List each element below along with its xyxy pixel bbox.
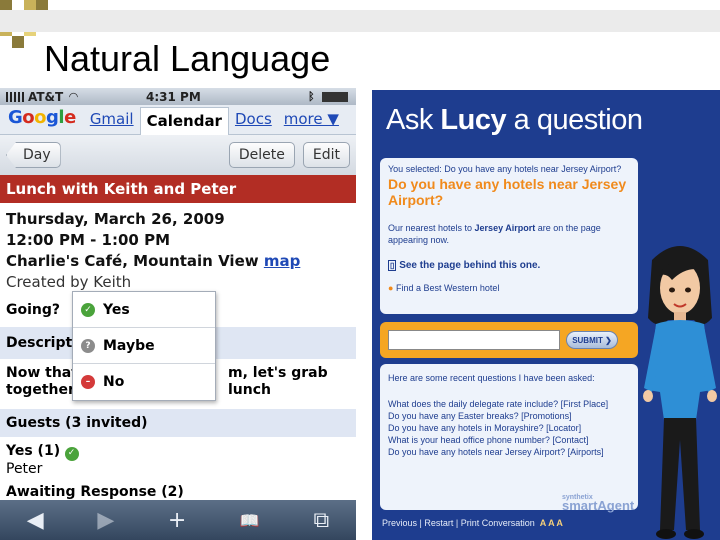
brand-name: smartAgent: [562, 498, 635, 513]
submit-label: SUBMIT: [572, 335, 603, 345]
rsvp-maybe-label: Maybe: [103, 337, 155, 354]
ask-lucy-screenshot: Ask Lucy a question You selected: Do you…: [372, 90, 720, 540]
check-icon: ✓: [81, 302, 95, 317]
recent-question[interactable]: Do you have any hotels in Morayshire? [L…: [388, 422, 630, 434]
description-line1-tail: m, let's grab lunch: [228, 365, 328, 398]
bullet-icon: ●: [388, 283, 394, 293]
answer-text: Our nearest hotels to Jersey Airport are…: [388, 222, 630, 246]
slide-title: Natural Language: [44, 38, 331, 79]
google-logo[interactable]: Google: [2, 103, 84, 134]
going-label: Going?: [6, 302, 61, 318]
see-page-label: See the page behind this one.: [399, 260, 541, 271]
lucy-title-pre: Ask: [386, 104, 441, 136]
clock: 4:31 PM: [146, 89, 201, 104]
recent-questions-title: Here are some recent questions I have be…: [388, 373, 595, 383]
rsvp-maybe[interactable]: ? Maybe: [73, 328, 215, 364]
back-day-button[interactable]: Day: [6, 142, 61, 168]
recent-question[interactable]: Do you have any Easter breaks? [Promotio…: [388, 410, 630, 422]
guest-name: Peter: [6, 460, 43, 477]
status-bar: AT&T ◠ 4:31 PM ᛒ: [0, 88, 356, 105]
text-size-controls[interactable]: A A A: [540, 518, 563, 528]
recent-question[interactable]: What is your head office phone number? […: [388, 434, 630, 446]
question-input-bar: SUBMIT ❯: [380, 322, 638, 358]
rsvp-no-label: No: [103, 374, 125, 390]
add-icon[interactable]: +: [168, 508, 186, 533]
event-creator: Created by Keith: [6, 273, 132, 291]
check-icon: ✓: [64, 446, 79, 461]
event-title: Lunch with Keith and Peter: [0, 175, 356, 203]
answer-bold: Jersey Airport: [474, 223, 536, 233]
delete-button[interactable]: Delete: [228, 142, 295, 168]
find-hotel-link[interactable]: ● Find a Best Western hotel: [388, 283, 630, 293]
edit-button[interactable]: Edit: [302, 142, 350, 168]
battery-icon: [322, 92, 348, 102]
forward-arrow-icon[interactable]: ▶: [97, 508, 114, 533]
recent-question[interactable]: Do you have any hotels near Jersey Airpo…: [388, 446, 630, 458]
arrow-icon: ❯: [605, 335, 612, 345]
question-input[interactable]: [388, 330, 560, 350]
lucy-title: Ask Lucy a question: [386, 104, 643, 137]
rsvp-yes-label: Yes: [103, 301, 130, 318]
recent-questions-panel: Here are some recent questions I have be…: [380, 364, 638, 510]
tab-gmail[interactable]: Gmail: [84, 106, 140, 134]
current-question: Do you have any hotels near Jersey Airpo…: [388, 176, 627, 208]
recent-question[interactable]: What does the daily delegate rate includ…: [388, 398, 630, 410]
description-line2: together!: [6, 382, 82, 398]
signal-icon: [6, 91, 24, 102]
rsvp-no[interactable]: – No: [73, 364, 215, 400]
event-time: 12:00 PM - 1:00 PM: [6, 231, 171, 249]
tab-docs[interactable]: Docs: [229, 106, 278, 134]
guests-yes-label: Yes (1): [6, 443, 61, 459]
question-icon: ?: [81, 338, 95, 353]
guest-list: Yes (1) ✓ Peter Awaiting Response (2): [0, 437, 356, 507]
lucy-avatar: [643, 246, 717, 539]
calendar-toolbar: Day Delete Edit: [0, 135, 356, 175]
carrier-label: AT&T: [28, 89, 64, 104]
answer-pre: Our nearest hotels to: [388, 223, 475, 233]
see-page-link[interactable]: ▯ See the page behind this one.: [388, 260, 630, 271]
description-line1: Now that: [6, 365, 78, 381]
awaiting-response: Awaiting Response (2): [6, 483, 184, 500]
lucy-footer: Previous | Restart | Print Conversation …: [382, 518, 563, 528]
bookmarks-icon[interactable]: 📖: [240, 511, 260, 530]
answer-panel: You selected: Do you have any hotels nea…: [380, 158, 638, 314]
description-label: Descript: [6, 335, 73, 351]
lucy-title-post: a question: [506, 104, 643, 136]
bluetooth-icon: ᛒ: [308, 90, 315, 103]
footer-links[interactable]: Previous | Restart | Print Conversation: [382, 518, 535, 528]
event-location: Charlie's Café, Mountain View: [6, 252, 259, 270]
event-date: Thursday, March 26, 2009: [6, 210, 225, 228]
map-link[interactable]: map: [264, 252, 301, 270]
selected-question: You selected: Do you have any hotels nea…: [388, 164, 622, 174]
page-icon: ▯: [388, 260, 397, 271]
smartagent-logo: synthetix smartAgent: [562, 494, 634, 513]
phone-screenshot: AT&T ◠ 4:31 PM ᛒ Google Gmail Calendar D…: [0, 88, 356, 540]
event-details: Thursday, March 26, 2009 12:00 PM - 1:00…: [0, 203, 356, 293]
lucy-title-name: Lucy: [440, 104, 507, 136]
pages-icon[interactable]: ⧉: [313, 508, 329, 533]
slide-top-bar: [0, 10, 720, 32]
browser-bottom-bar: ◀ ▶ + 📖 ⧉: [0, 500, 356, 540]
back-arrow-icon[interactable]: ◀: [27, 508, 44, 533]
wifi-icon: ◠: [69, 90, 78, 103]
minus-icon: –: [81, 375, 95, 389]
google-nav-tabs: Google Gmail Calendar Docs more ▼: [0, 105, 356, 135]
tab-calendar[interactable]: Calendar: [139, 107, 229, 135]
rsvp-popup: ✓ Yes ? Maybe – No: [72, 291, 216, 401]
rsvp-yes[interactable]: ✓ Yes: [73, 292, 215, 328]
guests-header: Guests (3 invited): [0, 409, 356, 437]
submit-button[interactable]: SUBMIT ❯: [566, 331, 618, 349]
tab-more[interactable]: more ▼: [278, 106, 345, 134]
find-hotel-label: Find a Best Western hotel: [395, 283, 500, 293]
